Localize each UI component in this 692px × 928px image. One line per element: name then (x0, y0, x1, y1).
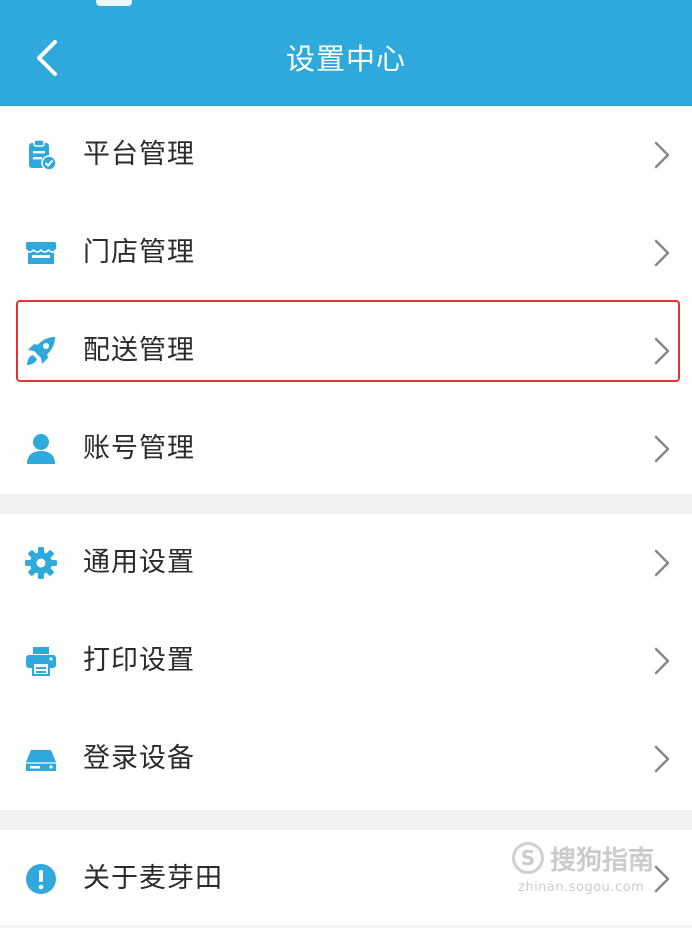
watermark: S 搜狗指南 zhinan.sogou.com (512, 836, 682, 902)
menu-item-label: 平台管理 (83, 139, 195, 170)
watermark-url: zhinan.sogou.com (518, 880, 645, 895)
watermark-text: 搜狗指南 (550, 846, 655, 876)
menu-item-general-settings[interactable]: 通用设置 (0, 514, 692, 612)
back-button[interactable] (22, 30, 72, 86)
clipboard-check-icon (29, 139, 57, 171)
chevron-right-icon (654, 435, 670, 463)
menu-item-store[interactable]: 门店管理 (0, 204, 692, 302)
page-title: 设置中心 (285, 42, 406, 76)
chevron-right-icon (654, 549, 670, 577)
header-bar: 设置中心 (0, 0, 692, 106)
user-icon (27, 434, 55, 464)
menu-item-label: 账号管理 (83, 433, 195, 464)
highlight-box (16, 300, 680, 382)
gear-icon (25, 547, 57, 579)
menu-item-label: 登录设备 (83, 743, 195, 774)
chevron-right-icon (654, 239, 670, 267)
menu-item-print-settings[interactable]: 打印设置 (0, 612, 692, 710)
chevron-right-icon (654, 141, 670, 169)
printer-icon (26, 647, 56, 676)
watermark-logo: S (512, 842, 544, 874)
chevron-left-icon (37, 40, 57, 76)
menu-item-label: 门店管理 (83, 237, 195, 268)
menu-item-label: 通用设置 (83, 547, 195, 578)
info-icon (26, 864, 56, 894)
menu-item-label: 打印设置 (83, 645, 195, 676)
menu-item-label: 关于麦芽田 (83, 863, 223, 894)
storefront-icon (25, 242, 57, 264)
device-icon (26, 750, 56, 771)
settings-group: 通用设置 打印设置 登录设备 (0, 514, 692, 810)
menu-item-platform[interactable]: 平台管理 (0, 106, 692, 204)
chevron-right-icon (654, 647, 670, 675)
menu-item-account[interactable]: 账号管理 (0, 400, 692, 498)
menu-item-login-devices[interactable]: 登录设备 (0, 710, 692, 808)
chevron-right-icon (654, 745, 670, 773)
